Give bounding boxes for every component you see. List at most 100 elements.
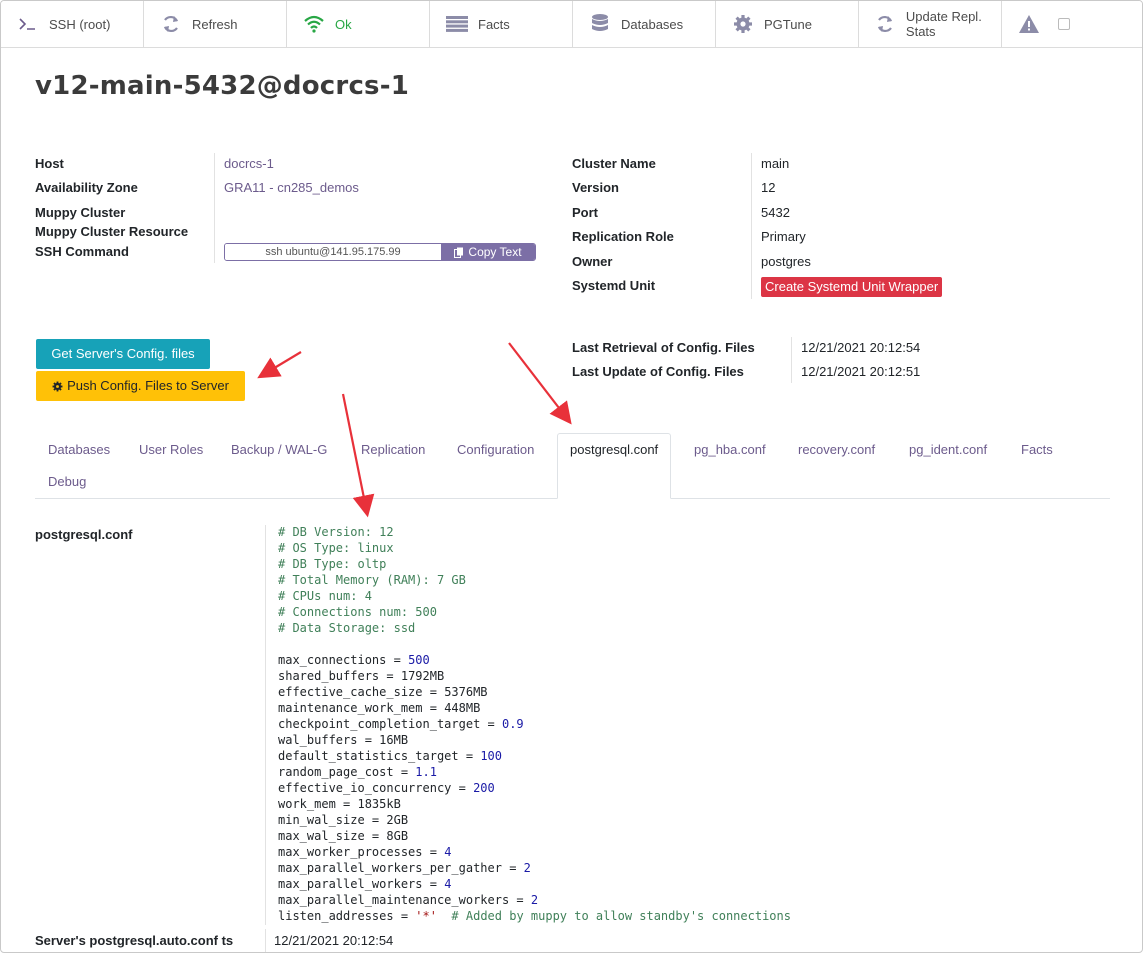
conf-value: 2 [530, 893, 539, 907]
conf-key: max_parallel_maintenance_workers [278, 893, 510, 907]
postgresql-conf-label: postgresql.conf [35, 527, 133, 542]
conf-setting-line: max_parallel_workers_per_gather = 2 [278, 861, 531, 875]
field-separator [791, 337, 792, 383]
availability-zone-link[interactable]: GRA11 - cn285_demos [224, 180, 359, 195]
replication-role-label: Replication Role [572, 229, 674, 244]
tab-replication[interactable]: Replication [361, 442, 425, 457]
field-separator [265, 929, 266, 952]
conf-key: max_wal_size [278, 829, 365, 843]
last-update-value: 12/21/2021 20:12:51 [801, 364, 921, 379]
tab-facts[interactable]: Facts [1021, 442, 1053, 457]
facts-label: Facts [478, 16, 510, 32]
warning-icon [1018, 13, 1040, 35]
conf-setting-line: min_wal_size = 2GB [278, 813, 409, 827]
field-separator [214, 153, 215, 263]
systemd-unit-label: Systemd Unit [572, 278, 656, 293]
conf-comment: # CPUs num: 4 [278, 589, 372, 603]
availability-zone-label: Availability Zone [35, 180, 138, 195]
conf-key: wal_buffers [278, 733, 358, 747]
warning-toggle-button[interactable] [1002, 1, 1142, 47]
tab-configuration[interactable]: Configuration [457, 442, 534, 457]
conf-value: 4 [444, 877, 452, 891]
ssh-root-button[interactable]: SSH (root) [1, 1, 144, 47]
ssh-command-label: SSH Command [35, 244, 129, 259]
conf-value: 2 [523, 861, 531, 875]
create-systemd-unit-wrapper-button[interactable]: Create Systemd Unit Wrapper [761, 277, 943, 297]
tab-pg-hba-conf[interactable]: pg_hba.conf [694, 442, 766, 457]
tab-databases[interactable]: Databases [48, 442, 110, 457]
ssh-root-label: SSH (root) [49, 16, 111, 32]
update-repl-stats-button[interactable]: Update Repl. Stats [859, 1, 1002, 47]
muppy-cluster-label: Muppy Cluster [35, 205, 126, 220]
cluster-name-label: Cluster Name [572, 156, 656, 171]
annotation-arrow [508, 342, 572, 425]
databases-label: Databases [621, 16, 684, 32]
conf-value: 500 [408, 653, 430, 667]
tab-postgresql-conf[interactable]: postgresql.conf [557, 433, 672, 499]
owner-label: Owner [572, 254, 613, 269]
tab-backup-wal-g[interactable]: Backup / WAL-G [231, 442, 327, 457]
conf-setting-line: max_wal_size = 8GB [278, 829, 409, 843]
database-icon [589, 13, 611, 35]
conf-setting-line: maintenance_work_mem = 448MB [278, 701, 481, 715]
conf-value: 8GB [386, 829, 409, 843]
refresh-button[interactable]: Refresh [144, 1, 287, 47]
host-label: Host [35, 156, 64, 171]
postgresql-conf-code[interactable]: # DB Version: 12 # OS Type: linux # DB T… [278, 524, 791, 924]
conf-setting-line: random_page_cost = 1.1 [278, 765, 437, 779]
conf-key: maintenance_work_mem [278, 701, 423, 715]
status-ok-label: Ok [335, 16, 352, 32]
status-ok-button[interactable]: Ok [287, 1, 430, 47]
ssh-command-value[interactable]: ssh ubuntu@141.95.175.99 [225, 244, 441, 260]
push-config-files-label: Push Config. Files to Server [67, 378, 229, 393]
conf-value: '*' [415, 909, 437, 923]
ssh-command-field: ssh ubuntu@141.95.175.99 Copy Text [224, 243, 536, 261]
form-view: SSH (root) Refresh Ok Facts Databases PG… [0, 0, 1143, 953]
push-config-files-button[interactable]: Push Config. Files to Server [36, 371, 245, 401]
databases-button[interactable]: Databases [573, 1, 716, 47]
conf-setting-line: max_worker_processes = 4 [278, 845, 452, 859]
port-value: 5432 [761, 205, 790, 220]
conf-key: min_wal_size [278, 813, 365, 827]
get-config-files-button[interactable]: Get Server's Config. files [36, 339, 210, 369]
gear-icon [52, 381, 63, 391]
refresh-icon [875, 13, 896, 35]
button-box: SSH (root) Refresh Ok Facts Databases PG… [1, 1, 1142, 48]
conf-setting-line: listen_addresses = '*' # Added by muppy … [278, 909, 791, 923]
host-link[interactable]: docrcs-1 [224, 156, 274, 171]
conf-value: 1835kB [357, 797, 401, 811]
port-label: Port [572, 205, 598, 220]
warning-checkbox[interactable] [1058, 18, 1070, 30]
replication-role-value: Primary [761, 229, 806, 244]
conf-key: checkpoint_completion_target [278, 717, 481, 731]
wifi-icon [303, 13, 325, 35]
conf-setting-line: checkpoint_completion_target = 0.9 [278, 717, 524, 731]
tab-recovery-conf[interactable]: recovery.conf [798, 442, 875, 457]
conf-key: max_worker_processes [278, 845, 423, 859]
conf-value: 16MB [379, 733, 409, 747]
conf-setting-line: effective_cache_size = 5376MB [278, 685, 488, 699]
facts-button[interactable]: Facts [430, 1, 573, 47]
conf-key: effective_cache_size [278, 685, 423, 699]
page-title: v12-main-5432@docrcs-1 [35, 71, 410, 101]
list-icon [446, 13, 468, 35]
copy-text-button[interactable]: Copy Text [441, 244, 535, 260]
conf-comment: # Data Storage: ssd [278, 621, 416, 635]
gear-icon [732, 13, 754, 35]
conf-key: shared_buffers [278, 669, 380, 683]
auto-conf-ts-label: Server's postgresql.auto.conf ts [35, 933, 234, 948]
tab-debug[interactable]: Debug [48, 474, 86, 489]
owner-value: postgres [761, 254, 811, 269]
conf-setting-line: wal_buffers = 16MB [278, 733, 409, 747]
conf-value: 1.1 [415, 765, 437, 779]
tab-user-roles[interactable]: User Roles [139, 442, 203, 457]
conf-comment: # DB Version: 12 [278, 525, 394, 539]
cluster-name-value: main [761, 156, 790, 171]
conf-comment: # Total Memory (RAM): 7 GB [278, 573, 466, 587]
conf-key: default_statistics_target [278, 749, 459, 763]
tab-pg-ident-conf[interactable]: pg_ident.conf [909, 442, 987, 457]
auto-conf-ts-value: 12/21/2021 20:12:54 [274, 933, 394, 948]
copy-text-label: Copy Text [468, 245, 522, 259]
pgtune-button[interactable]: PGTune [716, 1, 859, 47]
version-label: Version [572, 180, 619, 195]
